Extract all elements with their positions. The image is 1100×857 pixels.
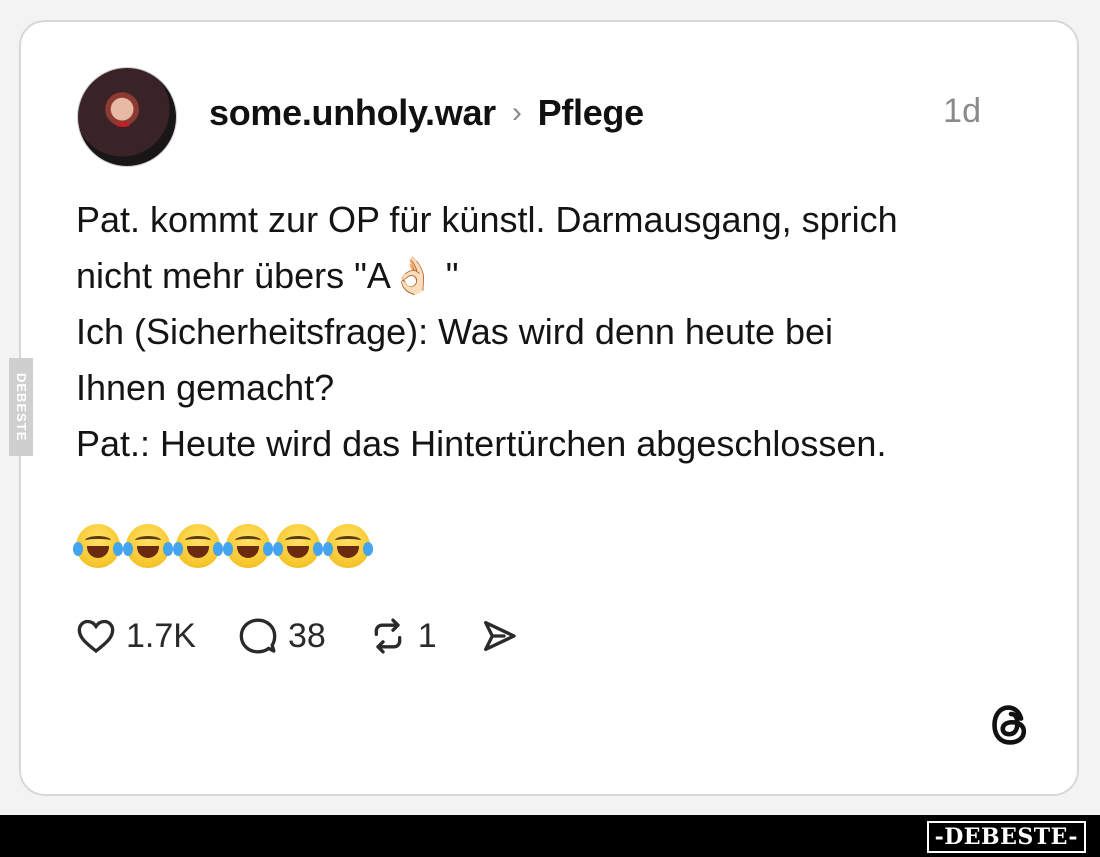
emoji-row [73, 524, 373, 568]
debeste-logo: -DEBESTE- [926, 821, 1086, 853]
like-button[interactable]: 1.7K [76, 617, 196, 656]
username-link[interactable]: some.unholy.war [209, 92, 496, 134]
post-timestamp: 1d [943, 92, 981, 130]
repost-button[interactable]: 1 [368, 616, 437, 656]
laughing-tears-emoji-icon [123, 524, 173, 568]
heart-icon [77, 619, 115, 654]
share-button[interactable] [479, 616, 519, 656]
threads-logo-icon [992, 705, 1027, 745]
like-count: 1.7K [126, 616, 196, 655]
comment-count: 38 [287, 616, 326, 655]
laughing-tears-emoji-icon [73, 524, 123, 568]
post-card: some.unholy.war › Pflege 1d Pat. kommt z… [19, 20, 1079, 796]
comment-button[interactable]: 38 [238, 616, 326, 656]
laughing-tears-emoji-icon [173, 524, 223, 568]
laughing-tears-emoji-icon [273, 524, 323, 568]
send-icon [483, 621, 516, 651]
repost-icon [374, 618, 402, 654]
user-avatar[interactable] [77, 67, 177, 167]
repost-count: 1 [417, 616, 437, 655]
post-body: Pat. kommt zur OP für künstl. Darmausgan… [76, 199, 898, 464]
action-bar: 1.7K 38 1 [76, 616, 561, 656]
laughing-tears-emoji-icon [323, 524, 373, 568]
topic-link[interactable]: Pflege [538, 92, 645, 134]
bottom-watermark-bar: -DEBESTE- [0, 815, 1100, 857]
post-header: some.unholy.war › Pflege [209, 92, 644, 134]
chevron-right-icon: › [511, 96, 522, 129]
comment-bubble-icon [239, 618, 277, 654]
laughing-tears-emoji-icon [223, 524, 273, 568]
side-watermark: DEBESTE [9, 358, 33, 456]
